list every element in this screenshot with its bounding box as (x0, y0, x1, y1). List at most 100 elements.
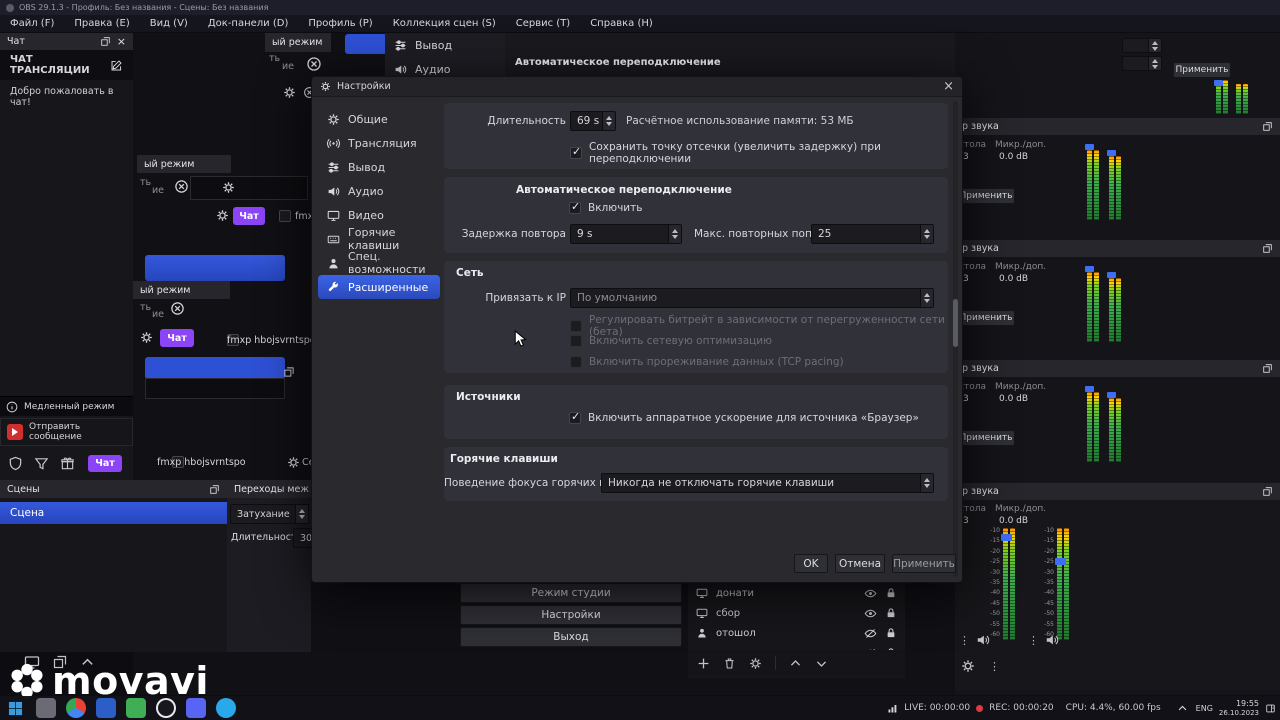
settings-button[interactable]: Настройки (460, 605, 682, 625)
mixer-spinner[interactable] (1122, 38, 1162, 53)
volume-meters[interactable] (1085, 386, 1137, 464)
apply-button[interactable]: Применить (957, 188, 1015, 204)
menu-file[interactable]: Файл (F) (0, 18, 64, 29)
taskbar-app-2[interactable] (66, 698, 86, 718)
settings-nav-hotkeys[interactable]: Горячие клавиши (318, 226, 440, 252)
gear-icon[interactable] (216, 209, 229, 222)
gear-icon[interactable] (961, 659, 975, 673)
volume-fader-mic[interactable] (1055, 528, 1071, 640)
keep-cut-point-checkbox-row[interactable]: Сохранить точку отсечки (увеличить задер… (570, 141, 948, 165)
source-row[interactable]: сбор (688, 603, 905, 623)
popout-icon[interactable] (1262, 363, 1273, 374)
settings-nav-general[interactable]: Общие (318, 107, 440, 131)
taskbar-app-7[interactable] (216, 698, 236, 718)
funnel-icon[interactable] (34, 456, 49, 471)
transition-duration-spinner[interactable]: 300 (293, 528, 311, 548)
apply-button[interactable]: Применить (1173, 62, 1231, 78)
tray-clock[interactable]: 19:55 26.10.2023 (1219, 699, 1259, 717)
menu-scene-collection[interactable]: Коллекция сцен (S) (383, 18, 506, 29)
checkbox-checked[interactable] (569, 200, 581, 214)
shield-icon[interactable] (8, 456, 23, 471)
network-optimization-checkbox-row[interactable]: Включить сетевую оптимизацию (570, 335, 772, 347)
popout-icon[interactable] (100, 36, 111, 47)
add-source-icon[interactable] (697, 657, 710, 670)
lock-icon[interactable] (885, 607, 897, 619)
gear-icon[interactable] (287, 456, 300, 469)
speaker-icon[interactable] (976, 633, 990, 647)
eye-icon[interactable] (864, 587, 877, 600)
move-up-icon[interactable] (789, 657, 802, 670)
dots-menu-icon[interactable]: ⋮ (1028, 634, 1039, 647)
volume-meters[interactable] (1085, 144, 1137, 222)
taskbar-app-5[interactable] (156, 698, 176, 718)
mixer-spinner[interactable] (1122, 56, 1162, 71)
duration-spinner[interactable]: 69 s (570, 111, 616, 131)
menu-help[interactable]: Справка (H) (580, 18, 663, 29)
settings-nav-audio[interactable]: Аудио (318, 179, 440, 203)
menu-view[interactable]: Вид (V) (140, 18, 198, 29)
popout-icon[interactable] (1262, 486, 1273, 497)
checkbox[interactable] (279, 210, 291, 222)
dialog-scrollbar-thumb[interactable] (953, 299, 958, 347)
source-row[interactable]: отошол (688, 623, 905, 643)
dots-menu-icon[interactable]: ⋮ (989, 660, 1000, 673)
taskbar-app-6[interactable] (186, 698, 206, 718)
gear-icon[interactable] (222, 181, 235, 194)
ghost-input[interactable] (145, 378, 285, 399)
lock-icon[interactable] (885, 587, 897, 599)
exit-button[interactable]: Выход (460, 627, 682, 647)
move-down-icon[interactable] (815, 657, 828, 670)
volume-meters[interactable] (1214, 80, 1256, 116)
volume-meters[interactable] (1085, 266, 1137, 344)
lock-icon[interactable] (885, 627, 897, 639)
gift-icon[interactable] (60, 456, 75, 471)
settings-nav-video[interactable]: Видео (318, 203, 440, 227)
disable-icon[interactable] (306, 56, 322, 72)
dialog-scrollbar-track[interactable] (953, 101, 958, 577)
menu-docks[interactable]: Док-панели (D) (198, 18, 299, 29)
send-message-button[interactable]: Отправить сообщение (0, 418, 133, 446)
retry-delay-spinner[interactable]: 9 s (570, 224, 682, 244)
cancel-button[interactable]: Отмена (835, 554, 885, 573)
scene-list-item[interactable]: Сцена (0, 502, 227, 524)
gear-icon[interactable] (140, 331, 153, 344)
start-button[interactable] (0, 701, 31, 716)
browser-hw-accel-checkbox-row[interactable]: Включить аппаратное ускорение для источн… (569, 410, 919, 424)
ghost-input[interactable] (190, 176, 308, 200)
gear-icon[interactable] (283, 86, 296, 99)
compose-icon[interactable] (110, 59, 123, 72)
popout-icon[interactable] (1262, 121, 1273, 132)
hotkey-focus-select[interactable]: Никогда не отключать горячие клавиши (601, 473, 934, 493)
close-icon[interactable]: × (117, 35, 126, 48)
chat-badge-button[interactable]: Чат (88, 454, 122, 472)
menu-tools[interactable]: Сервис (T) (506, 18, 580, 29)
remove-source-icon[interactable] (723, 657, 736, 670)
apply-button[interactable]: Применить (957, 430, 1015, 446)
transition-type-select[interactable]: Затухание (230, 504, 309, 524)
disable-icon[interactable] (174, 179, 189, 194)
popout-icon[interactable] (209, 484, 220, 495)
eye-icon[interactable] (864, 607, 877, 620)
ok-button[interactable]: OK (794, 554, 828, 573)
dots-menu-icon[interactable]: ⋮ (959, 634, 970, 647)
dialog-close-icon[interactable]: × (943, 79, 954, 94)
chat-badge-button[interactable]: Чат (160, 329, 194, 347)
speaker-icon[interactable] (1045, 633, 1059, 647)
keyboard-language[interactable]: ENG (1196, 704, 1213, 713)
menu-edit[interactable]: Правка (E) (64, 18, 139, 29)
notification-center-icon[interactable] (1265, 703, 1276, 714)
source-properties-icon[interactable] (749, 657, 762, 670)
ghost-nav-output[interactable]: Вывод (385, 33, 505, 57)
eye-off-icon[interactable] (864, 627, 877, 640)
checkbox-checked[interactable] (570, 145, 582, 159)
taskbar-app-3[interactable] (96, 698, 116, 718)
settings-nav-advanced[interactable]: Расширенные (318, 275, 440, 299)
taskbar-app-4[interactable] (126, 698, 146, 718)
apply-button[interactable]: Применить (892, 554, 956, 573)
settings-nav-output[interactable]: Вывод (318, 155, 440, 179)
dialog-titlebar[interactable]: Настройки × (312, 77, 962, 97)
taskbar-app-1[interactable] (36, 698, 56, 718)
bind-ip-select[interactable]: По умолчанию (570, 288, 934, 308)
chat-badge-button[interactable]: Чат (233, 207, 265, 225)
menu-profile[interactable]: Профиль (P) (298, 18, 382, 29)
